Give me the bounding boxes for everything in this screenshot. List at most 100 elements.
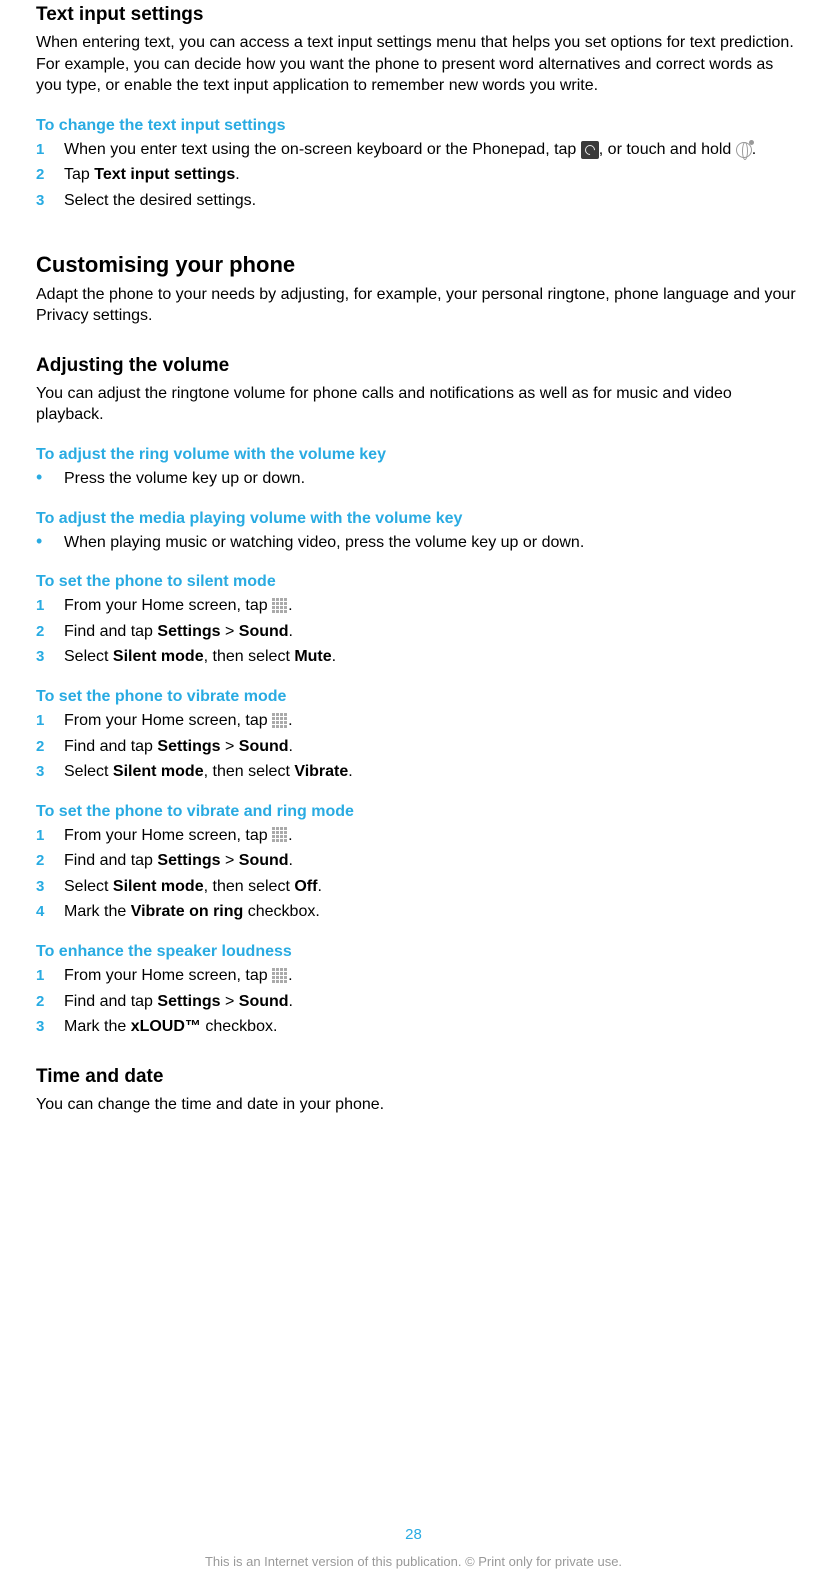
step-2: 2 Find and tap Settings > Sound. <box>58 991 797 1013</box>
step-number: 3 <box>36 876 64 895</box>
text: Find and tap <box>64 993 157 1010</box>
step-text: Find and tap Settings > Sound. <box>64 850 797 872</box>
step-text: Find and tap Settings > Sound. <box>64 991 797 1013</box>
step-number: 2 <box>36 736 64 755</box>
text: Mark the <box>64 903 131 920</box>
para-text-input-settings: When entering text, you can access a tex… <box>36 32 797 97</box>
bold-text: Settings <box>157 623 220 640</box>
text: . <box>235 166 239 183</box>
page-number: 28 <box>0 1526 827 1543</box>
step-number: 1 <box>36 965 64 984</box>
step-text: Select Silent mode, then select Mute. <box>64 646 797 668</box>
step-1: 1 From your Home screen, tap . <box>58 825 797 847</box>
text: Select <box>64 648 113 665</box>
text: Tap <box>64 166 94 183</box>
step-2: 2 Find and tap Settings > Sound. <box>58 850 797 872</box>
step-text: Press the volume key up or down. <box>64 468 797 490</box>
bold-text: xLOUD™ <box>131 1018 201 1035</box>
step-number: 3 <box>36 646 64 665</box>
step-3: 3 Select the desired settings. <box>58 190 797 212</box>
step-number: 3 <box>36 761 64 780</box>
step-1: 1 From your Home screen, tap . <box>58 965 797 987</box>
bold-text: Vibrate on ring <box>131 903 244 920</box>
step-2: 2 Tap Text input settings. <box>58 164 797 186</box>
step-number: 1 <box>36 139 64 158</box>
step-number: 2 <box>36 850 64 869</box>
step-text: From your Home screen, tap . <box>64 825 797 847</box>
apps-grid-icon <box>272 968 288 984</box>
text: > <box>221 623 239 640</box>
bullet-item: • When playing music or watching video, … <box>58 532 797 554</box>
step-number: 2 <box>36 621 64 640</box>
text: > <box>221 738 239 755</box>
step-1: 1 From your Home screen, tap . <box>58 710 797 732</box>
step-text: From your Home screen, tap . <box>64 965 797 987</box>
subheading-change-text-input: To change the text input settings <box>36 117 797 135</box>
bold-text: Settings <box>157 738 220 755</box>
bold-text: Sound <box>239 623 289 640</box>
step-number: 1 <box>36 595 64 614</box>
para-adjusting-volume: You can adjust the ringtone volume for p… <box>36 383 797 426</box>
step-2: 2 Find and tap Settings > Sound. <box>58 621 797 643</box>
text: Find and tap <box>64 623 157 640</box>
text: . <box>289 993 293 1010</box>
bold-text: Silent mode <box>113 763 204 780</box>
step-1: 1 When you enter text using the on-scree… <box>58 139 797 161</box>
step-text: Find and tap Settings > Sound. <box>64 621 797 643</box>
text: . <box>289 623 293 640</box>
heading-adjusting-volume: Adjusting the volume <box>36 355 797 377</box>
text: checkbox. <box>243 903 319 920</box>
step-text: When playing music or watching video, pr… <box>64 532 797 554</box>
para-time-date: You can change the time and date in your… <box>36 1094 797 1116</box>
text: > <box>221 993 239 1010</box>
step-text: Mark the Vibrate on ring checkbox. <box>64 901 797 923</box>
text: , then select <box>204 878 295 895</box>
text: Select <box>64 763 113 780</box>
text: . <box>289 852 293 869</box>
apps-grid-icon <box>272 827 288 843</box>
step-text: Select the desired settings. <box>64 190 797 212</box>
bold-text: Settings <box>157 993 220 1010</box>
bold-text: Vibrate <box>294 763 348 780</box>
text: . <box>317 878 321 895</box>
text: From your Home screen, tap <box>64 597 272 614</box>
text: Select <box>64 878 113 895</box>
subheading-media-volume: To adjust the media playing volume with … <box>36 510 797 528</box>
text: , then select <box>204 648 295 665</box>
bold-text: Sound <box>239 738 289 755</box>
text: From your Home screen, tap <box>64 712 272 729</box>
bullet-icon: • <box>36 468 64 486</box>
globe-icon <box>736 142 752 158</box>
bold-text: Sound <box>239 993 289 1010</box>
subheading-speaker-loudness: To enhance the speaker loudness <box>36 943 797 961</box>
step-number: 2 <box>36 164 64 183</box>
bullet-icon: • <box>36 532 64 550</box>
subheading-ring-volume: To adjust the ring volume with the volum… <box>36 446 797 464</box>
step-number: 1 <box>36 825 64 844</box>
step-text: Select Silent mode, then select Off. <box>64 876 797 898</box>
wrench-icon <box>581 141 599 159</box>
step-number: 4 <box>36 901 64 920</box>
step-text: From your Home screen, tap . <box>64 595 797 617</box>
step-text: Find and tap Settings > Sound. <box>64 736 797 758</box>
para-customising: Adapt the phone to your needs by adjusti… <box>36 284 797 327</box>
step-1: 1 From your Home screen, tap . <box>58 595 797 617</box>
subheading-silent-mode: To set the phone to silent mode <box>36 573 797 591</box>
text: From your Home screen, tap <box>64 827 272 844</box>
text: . <box>332 648 336 665</box>
step-number: 1 <box>36 710 64 729</box>
bold-text: Silent mode <box>113 878 204 895</box>
text: > <box>221 852 239 869</box>
bold-text: Off <box>294 878 317 895</box>
subheading-vibrate-mode: To set the phone to vibrate mode <box>36 688 797 706</box>
text: checkbox. <box>201 1018 277 1035</box>
step-text: Select Silent mode, then select Vibrate. <box>64 761 797 783</box>
step-2: 2 Find and tap Settings > Sound. <box>58 736 797 758</box>
heading-text-input-settings: Text input settings <box>36 4 797 26</box>
step-3: 3 Select Silent mode, then select Off. <box>58 876 797 898</box>
heading-time-date: Time and date <box>36 1066 797 1088</box>
bold-text: Sound <box>239 852 289 869</box>
step-text: Mark the xLOUD™ checkbox. <box>64 1016 797 1038</box>
bold-text: Silent mode <box>113 648 204 665</box>
text: . <box>348 763 352 780</box>
